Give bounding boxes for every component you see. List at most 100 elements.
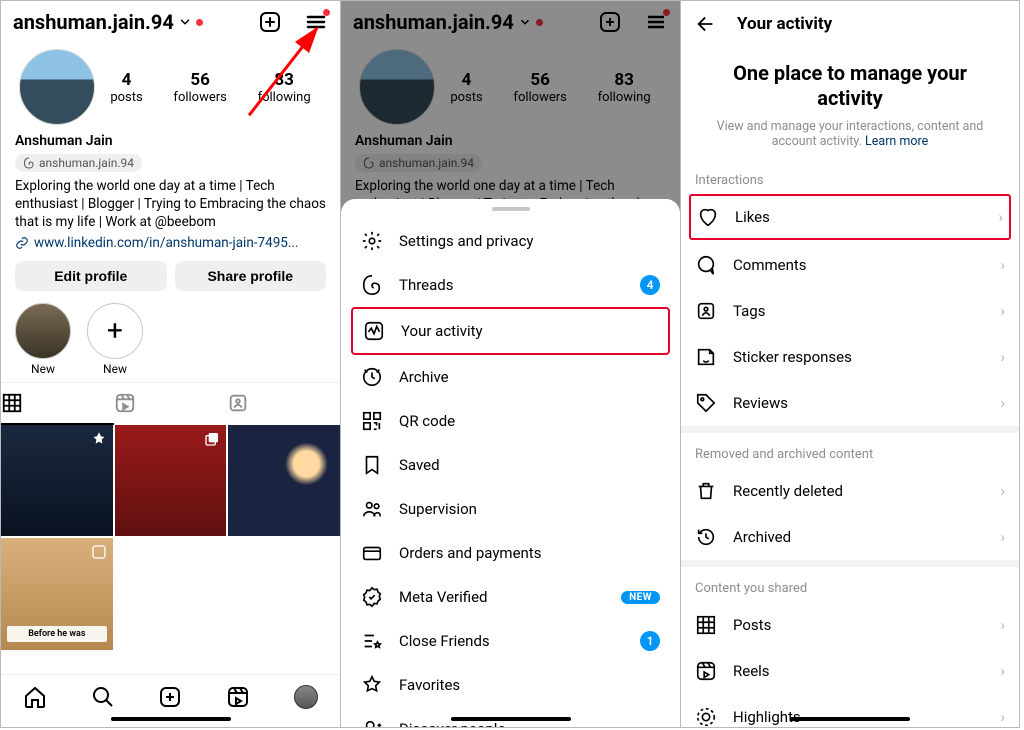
item-reels[interactable]: Reels› bbox=[681, 648, 1019, 694]
home-indicator bbox=[111, 717, 231, 721]
tab-reels[interactable] bbox=[114, 383, 227, 425]
link-icon bbox=[15, 236, 29, 250]
menu-archive[interactable]: Archive bbox=[341, 355, 680, 399]
hero-subtitle: View and manage your interactions, conte… bbox=[707, 119, 993, 149]
highlight-story[interactable]: New bbox=[15, 303, 71, 376]
username-dropdown[interactable]: anshuman.jain.94 bbox=[13, 10, 203, 34]
chevron-right-icon: › bbox=[1000, 256, 1005, 274]
section-label-removed: Removed and archived content bbox=[681, 433, 1019, 468]
hamburger-menu-button[interactable] bbox=[304, 10, 328, 34]
nav-search[interactable] bbox=[91, 685, 115, 709]
item-posts[interactable]: Posts› bbox=[681, 602, 1019, 648]
back-button[interactable] bbox=[695, 13, 717, 35]
tag-person-icon bbox=[695, 300, 717, 322]
sheet-grabber[interactable] bbox=[492, 207, 530, 211]
chevron-right-icon: › bbox=[1000, 616, 1005, 634]
home-indicator bbox=[790, 717, 910, 721]
threads-icon bbox=[361, 274, 383, 296]
share-profile-button[interactable]: Share profile bbox=[175, 261, 327, 291]
gear-icon bbox=[361, 230, 383, 252]
nav-create[interactable] bbox=[158, 685, 182, 709]
display-name: Anshuman Jain bbox=[1, 131, 340, 151]
person-plus-icon bbox=[361, 718, 383, 728]
item-comments[interactable]: Comments› bbox=[681, 242, 1019, 288]
edit-profile-button[interactable]: Edit profile bbox=[15, 261, 167, 291]
posts-grid: Before he was bbox=[1, 425, 340, 650]
chevron-right-icon: › bbox=[1000, 302, 1005, 320]
create-post-button[interactable] bbox=[258, 10, 282, 34]
comment-icon bbox=[695, 254, 717, 276]
search-icon bbox=[91, 685, 115, 709]
arrow-left-icon bbox=[695, 13, 717, 35]
grid-icon bbox=[1, 392, 23, 414]
item-tags[interactable]: Tags› bbox=[681, 288, 1019, 334]
menu-saved[interactable]: Saved bbox=[341, 443, 680, 487]
threads-link[interactable]: anshuman.jain.94 bbox=[15, 154, 142, 172]
sticker-icon bbox=[695, 346, 717, 368]
item-recently-deleted[interactable]: Recently deleted› bbox=[681, 468, 1019, 514]
threads-icon bbox=[23, 157, 35, 169]
panel-menu-sheet: anshuman.jain.94 4posts 56followers 83fo… bbox=[340, 0, 680, 728]
highlights-icon bbox=[695, 706, 717, 728]
history-icon bbox=[695, 526, 717, 548]
nav-reels[interactable] bbox=[226, 685, 250, 709]
menu-your-activity[interactable]: Your activity bbox=[353, 309, 668, 353]
nav-profile[interactable] bbox=[294, 685, 318, 709]
chevron-right-icon: › bbox=[1000, 394, 1005, 412]
notification-dot bbox=[196, 19, 203, 26]
avatar-icon bbox=[294, 685, 318, 709]
bio-link[interactable]: www.linkedin.com/in/anshuman-jain-7495..… bbox=[1, 234, 340, 257]
bookmark-icon bbox=[361, 454, 383, 476]
plus-icon: + bbox=[107, 317, 123, 345]
nav-home[interactable] bbox=[23, 685, 47, 709]
menu-notification-dot bbox=[323, 9, 330, 16]
menu-threads[interactable]: Threads4 bbox=[341, 263, 680, 307]
plus-square-icon bbox=[158, 685, 182, 709]
post-thumbnail[interactable] bbox=[228, 425, 340, 537]
profile-avatar[interactable] bbox=[19, 49, 95, 125]
post-thumbnail[interactable] bbox=[115, 425, 227, 537]
section-label-shared: Content you shared bbox=[681, 567, 1019, 602]
qr-icon bbox=[361, 410, 383, 432]
bio-text: Exploring the world one day at a time | … bbox=[1, 175, 340, 234]
stat-posts[interactable]: 4posts bbox=[110, 70, 142, 105]
menu-meta-verified[interactable]: Meta VerifiedNEW bbox=[341, 575, 680, 619]
menu-settings[interactable]: Settings and privacy bbox=[341, 219, 680, 263]
tagged-icon bbox=[227, 392, 249, 414]
menu-supervision[interactable]: Supervision bbox=[341, 487, 680, 531]
home-indicator bbox=[451, 717, 571, 721]
plus-square-icon bbox=[258, 10, 282, 34]
item-archived[interactable]: Archived› bbox=[681, 514, 1019, 560]
item-sticker-responses[interactable]: Sticker responses› bbox=[681, 334, 1019, 380]
stat-followers[interactable]: 56followers bbox=[173, 70, 226, 105]
item-likes[interactable]: Likes› bbox=[691, 196, 1009, 238]
reels-icon bbox=[695, 660, 717, 682]
menu-qr[interactable]: QR code bbox=[341, 399, 680, 443]
post-thumbnail[interactable] bbox=[1, 425, 113, 537]
learn-more-link[interactable]: Learn more bbox=[865, 134, 928, 149]
item-reviews[interactable]: Reviews› bbox=[681, 380, 1019, 426]
reels-icon bbox=[226, 685, 250, 709]
chevron-right-icon: › bbox=[998, 208, 1003, 226]
item-highlights[interactable]: Highlights› bbox=[681, 694, 1019, 728]
home-icon bbox=[23, 685, 47, 709]
pinned-icon bbox=[91, 431, 107, 447]
section-label-interactions: Interactions bbox=[681, 159, 1019, 194]
badge-count: 4 bbox=[640, 275, 660, 295]
reel-badge-icon bbox=[91, 544, 107, 560]
highlight-add[interactable]: + New bbox=[87, 303, 143, 376]
tab-grid[interactable] bbox=[1, 383, 114, 425]
menu-orders[interactable]: Orders and payments bbox=[341, 531, 680, 575]
post-thumbnail[interactable]: Before he was bbox=[1, 538, 113, 650]
verified-icon bbox=[361, 586, 383, 608]
menu-close-friends[interactable]: Close Friends1 bbox=[341, 619, 680, 663]
stat-following[interactable]: 83following bbox=[258, 70, 311, 105]
supervision-icon bbox=[361, 498, 383, 520]
panel-profile: anshuman.jain.94 4posts 56followers 83fo… bbox=[0, 0, 340, 728]
menu-favorites[interactable]: Favorites bbox=[341, 663, 680, 707]
tab-tagged[interactable] bbox=[227, 383, 340, 425]
highlight-likes: Likes› bbox=[689, 194, 1011, 240]
activity-icon bbox=[363, 320, 385, 342]
price-tag-icon bbox=[695, 392, 717, 414]
list-star-icon bbox=[361, 630, 383, 652]
